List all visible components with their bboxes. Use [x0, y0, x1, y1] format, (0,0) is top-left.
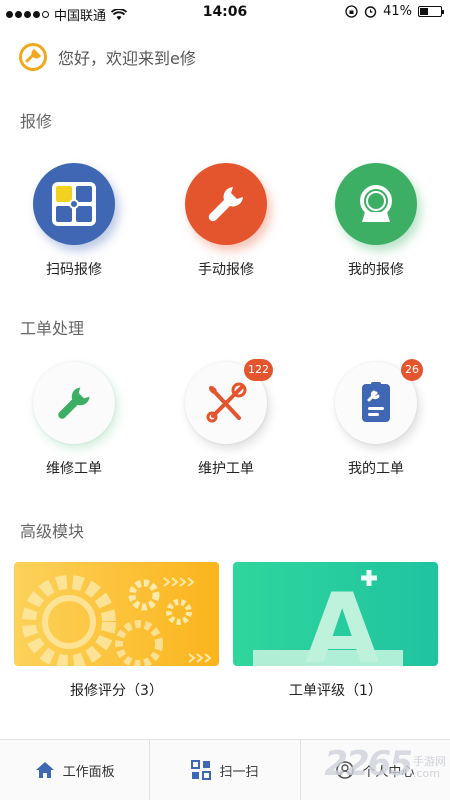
watermark-number: 2265 [324, 744, 413, 784]
tile-maintenance-orders[interactable]: 122 维护工单 [166, 359, 286, 478]
tab-scan[interactable]: 扫一扫 [150, 740, 301, 800]
alarm-icon [364, 6, 377, 18]
tile-label: 我的工单 [348, 461, 404, 477]
tab-label: 工作面板 [62, 764, 115, 780]
greeting-text: 您好，欢迎来到e修 [58, 49, 196, 68]
app-logo-icon [19, 43, 47, 71]
watermark-domain: .com [413, 767, 440, 780]
wrench-icon [33, 362, 115, 444]
tile-label: 维护工单 [198, 461, 254, 477]
clipboard-icon: 26 [335, 359, 423, 444]
status-icons: 41% [345, 4, 444, 19]
site-watermark: 2265 手游网 .com [324, 744, 446, 784]
camera-icon [335, 163, 417, 245]
tile-scan-repair[interactable]: 扫码报修 [14, 163, 134, 279]
tile-my-repair[interactable]: 我的报修 [316, 163, 436, 279]
battery-icon [418, 6, 444, 17]
tile-label: 扫码报修 [46, 262, 102, 278]
tile-label: 我的报修 [348, 262, 404, 278]
status-bar: 中国联通 14:06 41% [0, 0, 450, 26]
tab-work-panel[interactable]: 工作面板 [0, 740, 151, 800]
battery-percent: 41% [383, 4, 412, 19]
home-icon [35, 762, 54, 778]
qr-scan-icon [33, 163, 115, 245]
grade-a-illustration: A [253, 570, 403, 666]
rotation-lock-icon [345, 5, 358, 18]
grade-glyph: A [305, 573, 379, 666]
notification-badge: 122 [244, 359, 273, 381]
tile-repair-orders[interactable]: 维修工单 [14, 362, 134, 478]
section-title-advanced: 高级模块 [20, 522, 85, 541]
notification-badge: 26 [401, 359, 423, 381]
wrench-icon [185, 163, 267, 245]
scan-icon [191, 760, 212, 780]
order-grading-card[interactable]: A [233, 562, 438, 666]
tab-label: 扫一扫 [219, 764, 259, 780]
repair-rating-card[interactable] [14, 562, 219, 666]
gears-illustration [22, 575, 212, 666]
section-title-work-orders: 工单处理 [20, 319, 85, 338]
greeting-row: 您好，欢迎来到e修 [18, 42, 196, 72]
tile-manual-repair[interactable]: 手动报修 [166, 163, 286, 279]
tools-icon: 122 [185, 359, 273, 444]
card-label: 工单评级（1） [289, 683, 382, 699]
tile-label: 维修工单 [46, 461, 102, 477]
tile-label: 手动报修 [198, 262, 254, 278]
tile-my-orders[interactable]: 26 我的工单 [316, 359, 436, 478]
card-label: 报修评分（3） [70, 683, 163, 699]
section-title-repair: 报修 [20, 112, 53, 131]
